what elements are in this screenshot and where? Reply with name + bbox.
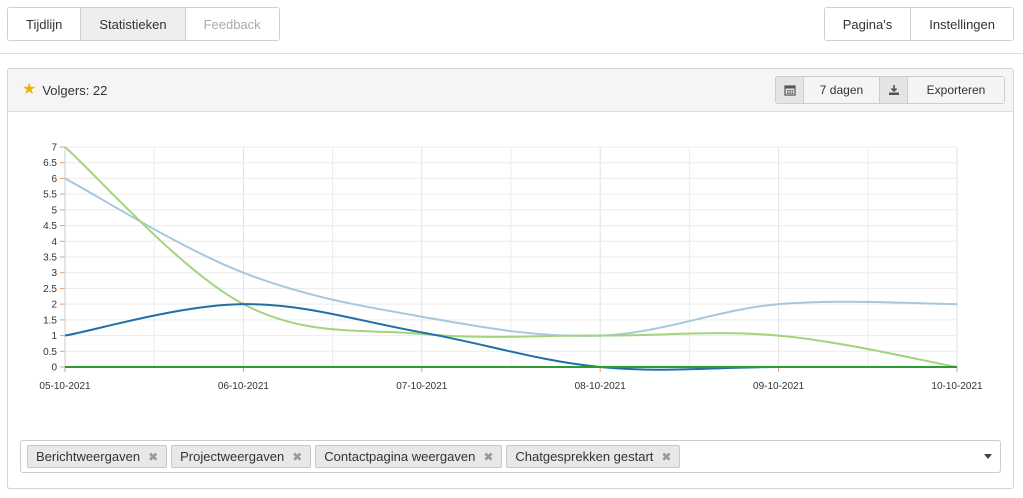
followers-label: Volgers: 22: [42, 82, 108, 98]
x-tick-label: 07-10-2021: [396, 381, 448, 392]
remove-tag-icon[interactable]: ✖: [661, 450, 671, 464]
filter-tag-label: Berichtweergaven: [36, 449, 141, 464]
y-tick-label: 1: [51, 331, 57, 342]
filter-tag: Contactpagina weergaven ✖: [315, 445, 503, 468]
series-filter-input[interactable]: Berichtweergaven ✖ Projectweergaven ✖ Co…: [20, 440, 1001, 473]
y-tick-label: 0: [51, 363, 57, 374]
header-actions: 7 dagen Exporteren: [775, 76, 1005, 104]
statistics-panel: ★ Volgers: 22 7 dagen Exporteren 0 0.5 1…: [7, 68, 1014, 489]
download-icon[interactable]: [880, 77, 908, 103]
y-tick-label: 5.5: [43, 190, 57, 201]
chart-svg: 0 0.5 1 1.5 2 2.5 3 3.5 4 4.5 5 5.5 6 6.5 7 05-10-2021 0…: [39, 143, 983, 393]
filter-tag: Projectweergaven ✖: [171, 445, 312, 468]
y-tick-label: 1.5: [43, 315, 57, 326]
remove-tag-icon[interactable]: ✖: [483, 450, 493, 464]
calendar-icon[interactable]: [776, 77, 804, 103]
filter-tag-label: Chatgesprekken gestart: [515, 449, 654, 464]
x-tick-label: 10-10-2021: [931, 381, 983, 392]
x-tick-label: 06-10-2021: [218, 381, 270, 392]
y-tick-label: 6.5: [43, 158, 57, 169]
y-tick-label: 2: [51, 300, 57, 311]
y-tick-label: 2.5: [43, 284, 57, 295]
view-tabs: Tijdlijn Statistieken Feedback: [7, 7, 280, 41]
x-tick-label: 08-10-2021: [575, 381, 627, 392]
filter-tag: Berichtweergaven ✖: [27, 445, 168, 468]
top-navigation: Tijdlijn Statistieken Feedback Pagina's …: [0, 0, 1023, 54]
panel-header: ★ Volgers: 22 7 dagen Exporteren: [8, 69, 1013, 112]
tab-instellingen[interactable]: Instellingen: [911, 8, 1013, 40]
statistics-chart: 0 0.5 1 1.5 2 2.5 3 3.5 4 4.5 5 5.5 6 6.5 7 05-10-2021 0…: [8, 113, 1015, 403]
y-tick-label: 0.5: [43, 347, 57, 358]
range-selector-button[interactable]: 7 dagen: [804, 77, 880, 103]
y-tick-label: 6: [51, 174, 57, 185]
tab-statistieken[interactable]: Statistieken: [81, 8, 186, 40]
y-tick-label: 3: [51, 268, 57, 279]
filter-tag-label: Projectweergaven: [180, 449, 285, 464]
y-tick-label: 4: [51, 237, 57, 248]
x-tick-label: 09-10-2021: [753, 381, 805, 392]
tab-feedback[interactable]: Feedback: [185, 8, 279, 40]
y-tick-label: 3.5: [43, 253, 57, 264]
export-button[interactable]: Exporteren: [908, 77, 1004, 103]
chevron-down-icon[interactable]: [984, 454, 992, 459]
remove-tag-icon[interactable]: ✖: [148, 450, 158, 464]
y-tick-label: 7: [51, 143, 57, 154]
remove-tag-icon[interactable]: ✖: [292, 450, 302, 464]
filter-tag: Chatgesprekken gestart ✖: [506, 445, 681, 468]
x-tick-label: 05-10-2021: [39, 381, 91, 392]
tab-tijdlijn[interactable]: Tijdlijn: [8, 8, 82, 40]
tab-paginas[interactable]: Pagina's: [824, 8, 912, 40]
y-tick-label: 5: [51, 205, 57, 216]
followers-count: ★ Volgers: 22: [22, 82, 107, 98]
star-icon: ★: [22, 81, 37, 98]
filter-tag-label: Contactpagina weergaven: [324, 449, 476, 464]
y-tick-label: 4.5: [43, 221, 57, 232]
settings-tabs: Pagina's Instellingen: [823, 7, 1014, 41]
